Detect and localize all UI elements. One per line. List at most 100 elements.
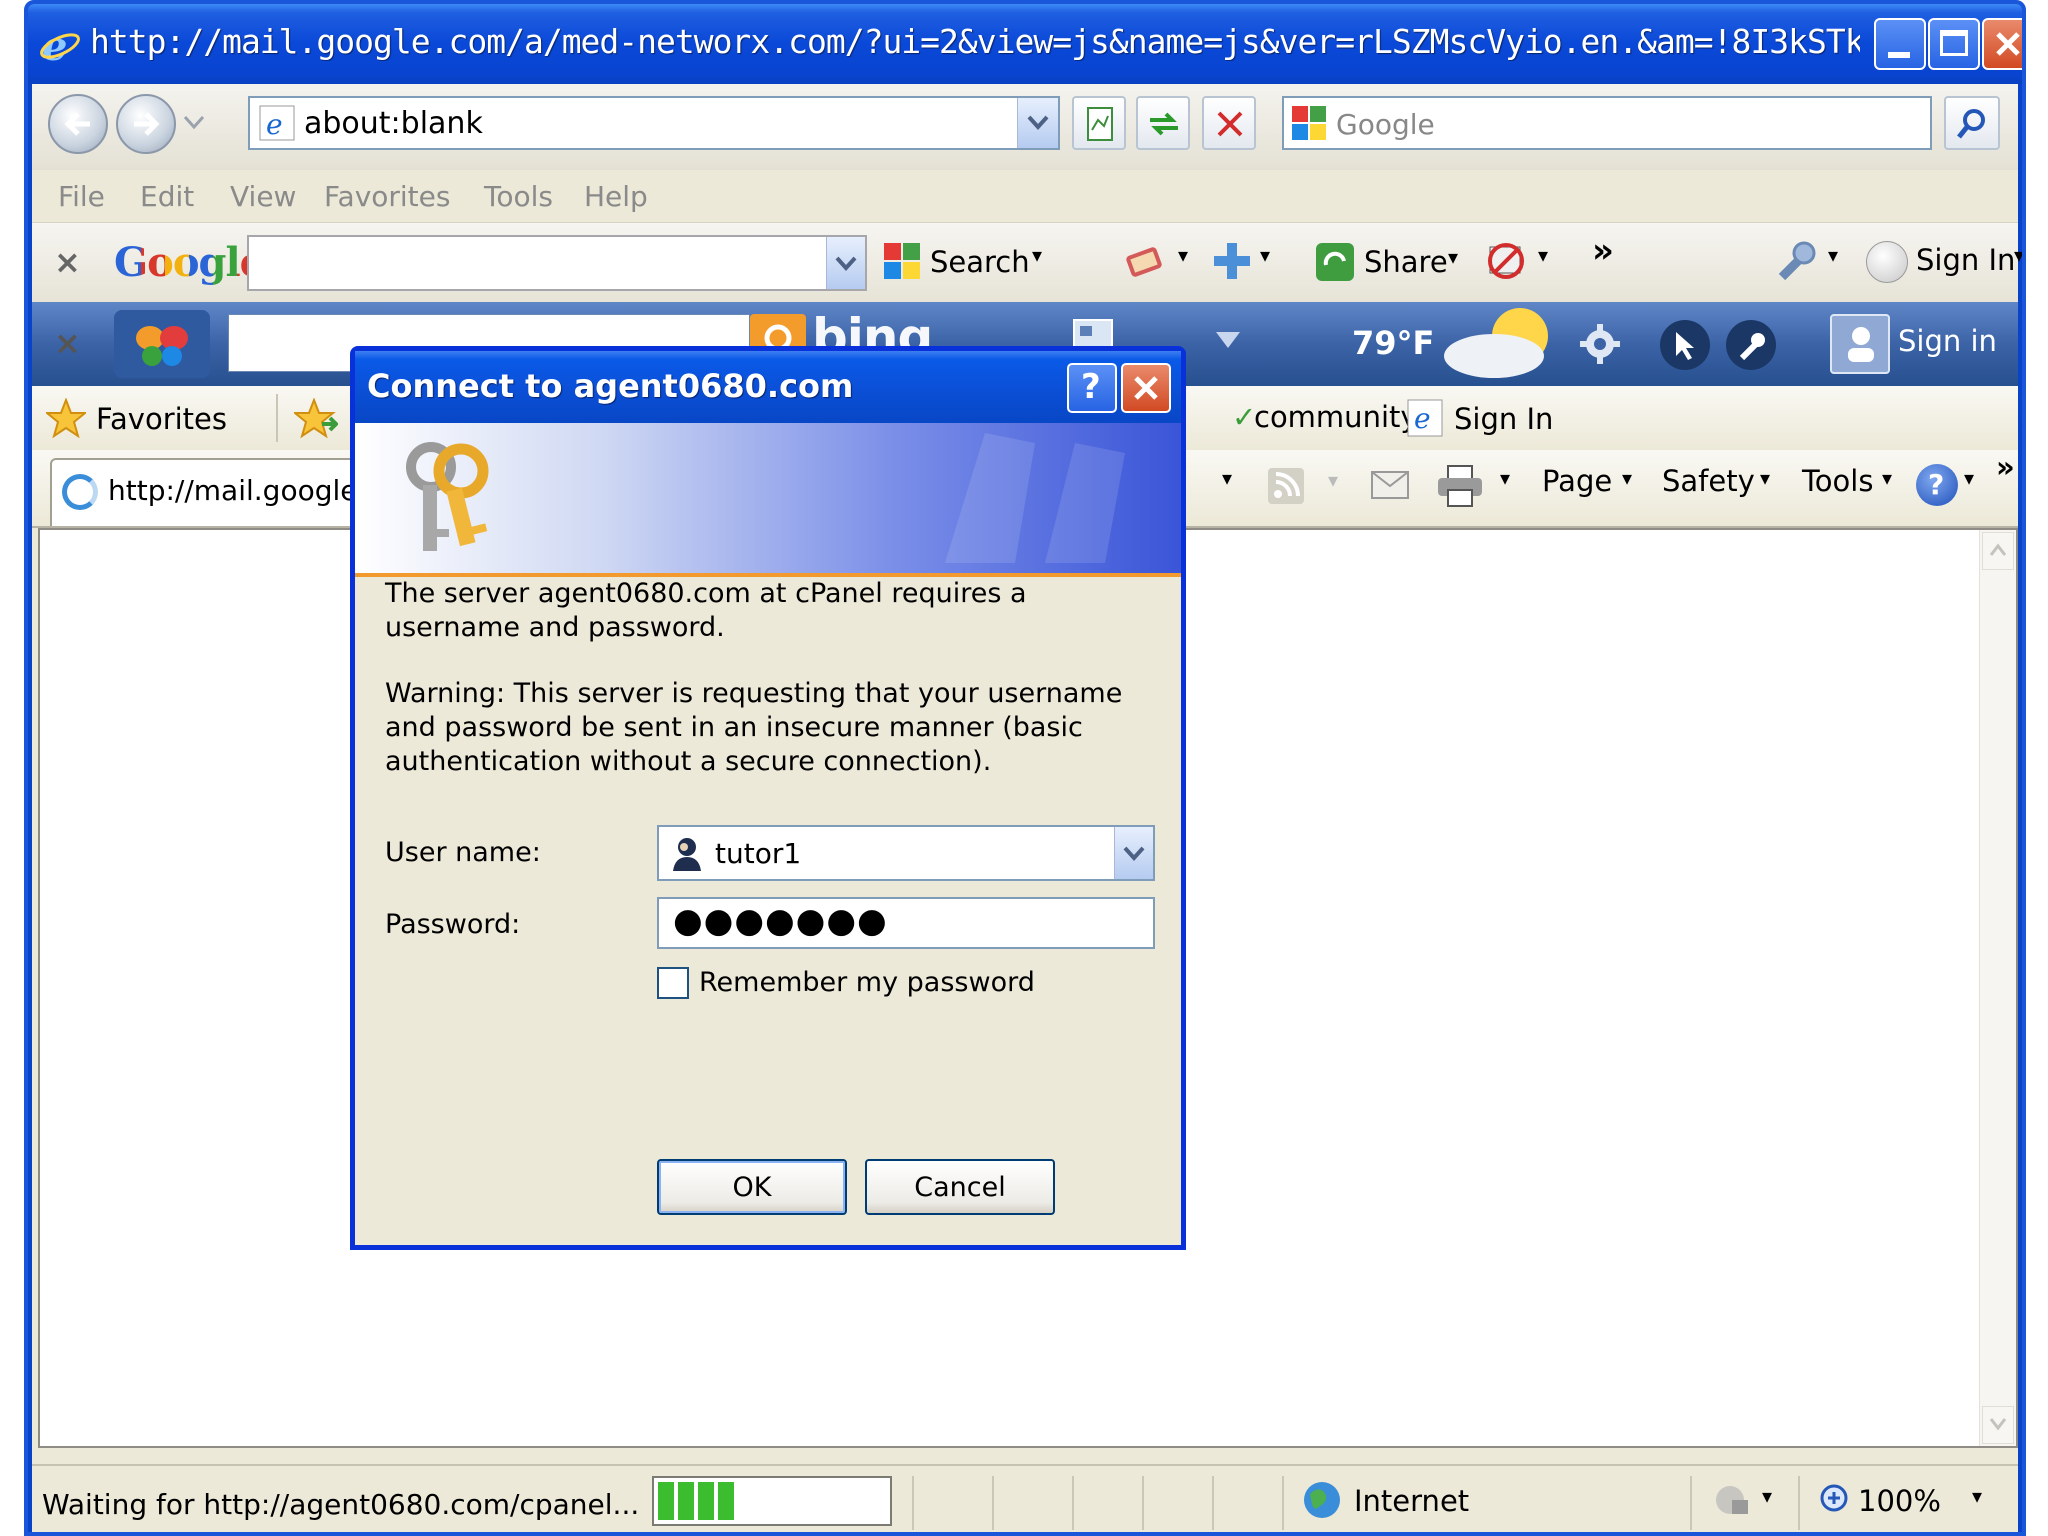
remember-password-checkbox[interactable] xyxy=(657,967,689,999)
safety-menu[interactable]: Safety xyxy=(1662,464,1755,498)
bing-settings-button[interactable] xyxy=(1576,320,1624,368)
add-button[interactable] xyxy=(1210,239,1254,283)
bing-dropdown-button[interactable] xyxy=(1214,328,1242,352)
dropdown-arrow-icon[interactable]: ▾ xyxy=(1328,468,1338,492)
feeds-button[interactable] xyxy=(1266,466,1306,506)
divider xyxy=(912,1476,914,1530)
fav-community-link[interactable]: community xyxy=(1254,400,1418,434)
back-button[interactable] xyxy=(48,94,108,154)
menu-tools[interactable]: Tools xyxy=(484,180,553,213)
help-button[interactable]: ? xyxy=(1916,464,1958,506)
status-text: Waiting for http://agent0680.com/cpanel.… xyxy=(42,1488,640,1521)
ok-button[interactable]: OK xyxy=(657,1159,847,1215)
remember-password-label[interactable]: Remember my password xyxy=(699,967,1035,998)
zone-label: Internet xyxy=(1354,1484,1470,1518)
more-chevron-icon[interactable]: » xyxy=(1592,231,1614,271)
password-value: ●●●●●●● xyxy=(673,901,888,941)
settings-wrench-button[interactable] xyxy=(1772,237,1820,285)
address-dropdown-button[interactable] xyxy=(1017,98,1058,148)
search-box[interactable]: Google xyxy=(1282,96,1932,150)
weather-sun-cloud-icon xyxy=(1442,306,1562,382)
share-label: Share xyxy=(1364,245,1448,279)
window-titlebar[interactable]: e http://mail.google.com/a/med-networx.c… xyxy=(28,4,2022,92)
password-field[interactable]: ●●●●●●● xyxy=(657,897,1155,949)
dropdown-arrow-icon[interactable]: ▾ xyxy=(1178,243,1188,267)
dropdown-arrow-icon[interactable]: ▾ xyxy=(1222,466,1232,490)
bookmark-button[interactable] xyxy=(1122,241,1170,281)
zoom-level: 100% xyxy=(1858,1484,1941,1518)
dialog-titlebar[interactable]: Connect to agent0680.com ? xyxy=(355,351,1181,423)
search-placeholder: Google xyxy=(1336,108,1435,141)
zoom-icon xyxy=(1820,1484,1848,1512)
dropdown-arrow-icon[interactable]: ▾ xyxy=(1828,243,1838,267)
close-toolbar-icon[interactable]: × xyxy=(54,324,81,362)
tools-menu[interactable]: Tools xyxy=(1802,464,1873,498)
dropdown-arrow-icon[interactable]: ▾ xyxy=(1964,466,1974,490)
dropdown-arrow-icon: ▾ xyxy=(1882,466,1893,490)
wrench-icon xyxy=(1739,333,1765,361)
read-mail-button[interactable] xyxy=(1370,468,1410,504)
refresh-button[interactable] xyxy=(1136,96,1190,150)
add-star-icon xyxy=(294,398,338,439)
close-toolbar-icon[interactable]: × xyxy=(54,243,81,281)
search-label: Search xyxy=(930,245,1030,279)
tools-button[interactable] xyxy=(1726,320,1776,370)
chevron-down-icon xyxy=(1027,115,1049,130)
chevron-up-icon xyxy=(1989,543,2007,556)
forward-arrow-icon xyxy=(134,112,160,136)
page-menu[interactable]: Page xyxy=(1542,464,1612,498)
menu-bar: File Edit View Favorites Tools Help xyxy=(32,170,2018,222)
scroll-down-button[interactable] xyxy=(1982,1406,2014,1444)
dialog-banner xyxy=(355,423,1181,577)
address-value: about:blank xyxy=(304,106,483,141)
gear-icon xyxy=(1580,324,1620,364)
username-combobox[interactable]: tutor1 xyxy=(657,825,1155,881)
dropdown-arrow-icon[interactable]: ▾ xyxy=(1260,243,1270,267)
dialog-warning: Warning: This server is requesting that … xyxy=(385,678,1123,777)
bing-sign-in[interactable]: Sign in xyxy=(1898,324,1997,358)
weather-temperature[interactable]: 79°F xyxy=(1352,324,1434,362)
close-window-button[interactable] xyxy=(1982,18,2022,70)
dropdown-arrow-icon[interactable]: ▾ xyxy=(1500,466,1510,490)
menu-view[interactable]: View xyxy=(230,180,296,213)
stop-button[interactable] xyxy=(1202,96,1256,150)
protected-mode-button[interactable] xyxy=(1712,1480,1756,1520)
compatibility-view-button[interactable] xyxy=(1072,96,1126,150)
recent-pages-dropdown[interactable] xyxy=(182,114,206,132)
popup-blocker-button[interactable] xyxy=(1484,239,1528,283)
menu-file[interactable]: File xyxy=(58,180,105,213)
dropdown-arrow-icon[interactable]: ▾ xyxy=(2014,243,2022,267)
scroll-up-button[interactable] xyxy=(1982,532,2014,570)
maximize-icon xyxy=(1940,30,1968,56)
vertical-scrollbar[interactable] xyxy=(1979,530,2016,1446)
google-sign-in[interactable]: Sign In xyxy=(1916,243,2015,277)
cancel-button[interactable]: Cancel xyxy=(865,1159,1055,1215)
menu-favorites[interactable]: Favorites xyxy=(324,180,450,213)
address-bar[interactable]: e about:blank xyxy=(248,96,1060,150)
pointer-button[interactable] xyxy=(1660,320,1710,370)
menu-edit[interactable]: Edit xyxy=(140,180,194,213)
print-button[interactable] xyxy=(1436,464,1484,508)
maximize-button[interactable] xyxy=(1928,18,1980,70)
search-go-button[interactable] xyxy=(1944,96,2000,150)
dropdown-arrow-icon: ▾ xyxy=(1760,466,1771,490)
more-chevron-icon[interactable]: » xyxy=(1996,450,2015,484)
blocked-icon xyxy=(1488,243,1524,279)
dialog-message: The server agent0680.com at cPanel requi… xyxy=(385,578,1027,643)
menu-help[interactable]: Help xyxy=(584,180,648,213)
dropdown-arrow-icon[interactable]: ▾ xyxy=(1538,243,1548,267)
dialog-close-button[interactable] xyxy=(1121,363,1171,413)
dialog-help-button[interactable]: ? xyxy=(1067,363,1117,413)
dropdown-arrow-icon[interactable]: ▾ xyxy=(1762,1484,1772,1508)
fav-sign-in-label: Sign In xyxy=(1454,402,1554,436)
google-search-dropdown[interactable] xyxy=(826,237,865,289)
google-search-input[interactable] xyxy=(247,235,867,291)
butterfly-icon xyxy=(136,326,188,366)
add-to-favorites-button[interactable] xyxy=(294,398,338,440)
minimize-button[interactable] xyxy=(1874,18,1926,70)
username-dropdown-button[interactable] xyxy=(1114,827,1153,879)
keys-icon xyxy=(406,442,489,551)
dropdown-arrow-icon[interactable]: ▾ xyxy=(1972,1484,1982,1508)
dropdown-arrow-icon: ▾ xyxy=(1622,466,1633,490)
forward-button[interactable] xyxy=(116,94,176,154)
